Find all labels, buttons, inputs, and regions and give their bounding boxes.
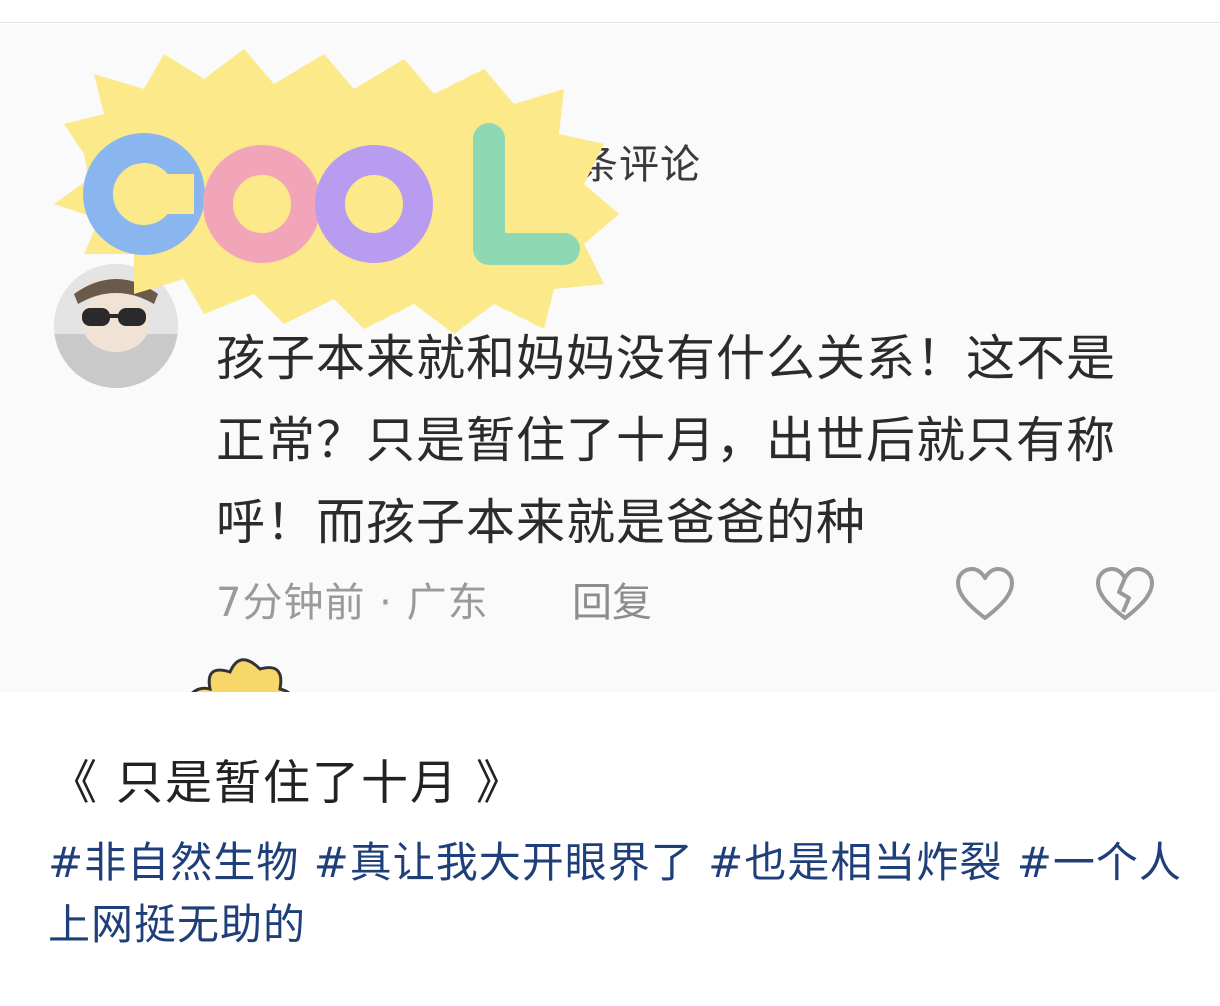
top-divider [0, 22, 1220, 23]
comment-text: 孩子本来就和妈妈没有什么关系！这不是 正常？只是暂住了十月，出世后就只有称 呼！… [216, 318, 1176, 564]
post-title: 《 只是暂住了十月 》 [50, 756, 525, 811]
cool-sticker-icon [54, 49, 619, 334]
hashtag-list: #非自然生物 #真让我大开眼界了 #也是相当炸裂 #一个人上网挺无助的 [48, 832, 1188, 956]
broken-heart-icon[interactable] [1094, 566, 1156, 622]
comment-line: 孩子本来就和妈妈没有什么关系！这不是 [216, 330, 1117, 387]
comment-screenshot: 条评论 孩子本来就和妈妈没有什么关系！这不是 正常？只是暂住了十月，出世后就只有… [0, 24, 1220, 692]
comment-line: 正常？只是暂住了十月，出世后就只有称 [216, 412, 1117, 469]
heart-icon[interactable] [954, 566, 1016, 622]
comment-meta: 7分钟前 · 广东 [216, 580, 489, 626]
hashtag-link[interactable]: #也是相当炸裂 [708, 838, 1002, 887]
hashtag-link[interactable]: #真让我大开眼界了 [314, 838, 694, 887]
next-comment-avatar [191, 658, 290, 692]
reply-button[interactable]: 回复 [572, 570, 652, 628]
comment-line: 呼！而孩子本来就是爸爸的种 [216, 494, 867, 551]
hashtag-link[interactable]: #非自然生物 [48, 838, 299, 887]
